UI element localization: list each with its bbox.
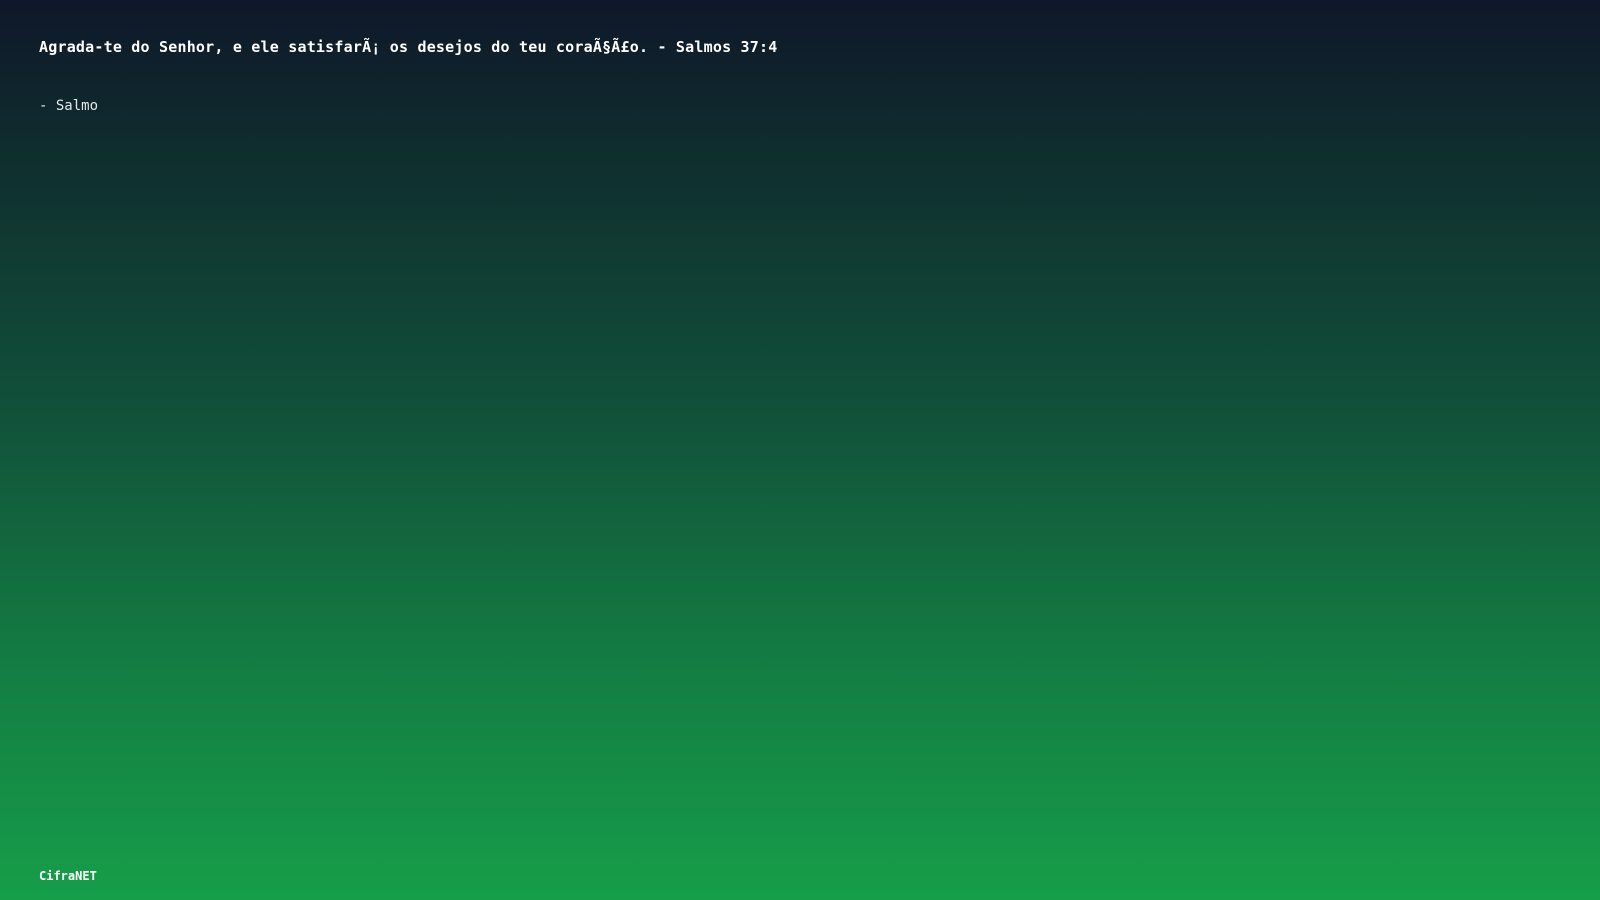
screensaver-screen: Agrada-te do Senhor, e ele satisfarÃ¡ os… xyxy=(0,0,1600,900)
brand-label: CifraNET xyxy=(39,869,97,883)
quote-author: - Salmo xyxy=(39,98,99,114)
quote-text: Agrada-te do Senhor, e ele satisfarÃ¡ os… xyxy=(39,38,778,56)
